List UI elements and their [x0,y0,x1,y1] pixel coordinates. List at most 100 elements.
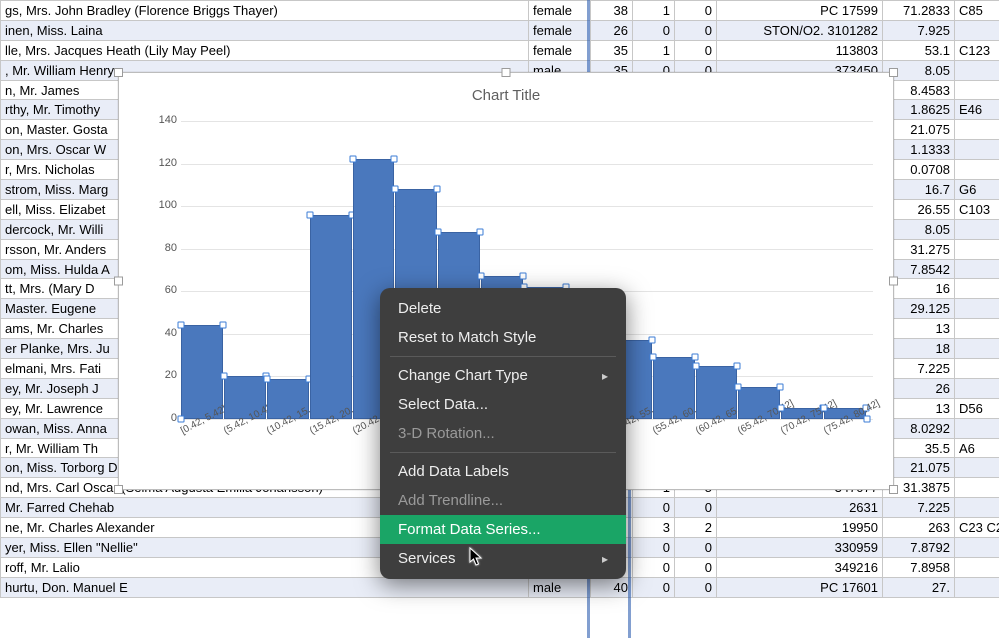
cell-ticket[interactable]: STON/O2. 3101282 [717,20,883,40]
cell-a[interactable]: 0 [633,577,675,597]
cell-age[interactable]: 35 [591,40,633,60]
series-selection-handle[interactable] [692,362,699,369]
chart-bar[interactable] [181,325,223,419]
series-selection-handle[interactable] [434,186,441,193]
cell-cab[interactable]: E46 [955,100,999,120]
chart-title[interactable]: Chart Title [119,73,893,104]
menu-add-data-labels[interactable]: Add Data Labels [380,457,626,486]
cell-cab[interactable]: A6 [955,438,999,458]
cell-fare[interactable]: 7.8958 [883,557,955,577]
cell-sex[interactable]: male [529,577,591,597]
cell-ticket[interactable]: PC 17599 [717,1,883,21]
cell-fare[interactable]: 7.925 [883,20,955,40]
cell-cab[interactable] [955,577,999,597]
cell-cab[interactable] [955,538,999,558]
resize-handle[interactable] [114,277,123,286]
cell-ticket[interactable]: PC 17601 [717,577,883,597]
series-selection-handle[interactable] [220,373,227,380]
series-selection-handle[interactable] [691,354,698,361]
cell-cab[interactable] [955,140,999,160]
cell-ticket[interactable]: 2631 [717,498,883,518]
cell-ticket[interactable]: 19950 [717,518,883,538]
cell-b[interactable]: 2 [675,518,717,538]
series-selection-handle[interactable] [649,354,656,361]
cell-fare[interactable]: 263 [883,518,955,538]
cell-a[interactable]: 0 [633,20,675,40]
resize-handle[interactable] [889,68,898,77]
series-selection-handle[interactable] [777,384,784,391]
resize-handle[interactable] [114,485,123,494]
series-selection-handle[interactable] [392,186,399,193]
cell-cab[interactable] [955,60,999,80]
menu-reset-style[interactable]: Reset to Match Style [380,323,626,352]
cell-sex[interactable]: female [529,20,591,40]
cell-cab[interactable] [955,299,999,319]
series-selection-handle[interactable] [821,405,828,412]
series-selection-handle[interactable] [263,375,270,382]
cell-cab[interactable] [955,498,999,518]
cell-sex[interactable]: female [529,1,591,21]
cell-name[interactable]: inen, Miss. Laina [1,20,529,40]
series-selection-handle[interactable] [349,156,356,163]
cell-cab[interactable] [955,80,999,100]
series-selection-handle[interactable] [306,211,313,218]
cell-a[interactable]: 0 [633,557,675,577]
series-selection-handle[interactable] [178,322,185,329]
cell-b[interactable]: 0 [675,20,717,40]
cell-name[interactable]: lle, Mrs. Jacques Heath (Lily May Peel) [1,40,529,60]
cell-cab[interactable] [955,557,999,577]
cell-cab[interactable] [955,120,999,140]
cell-cab[interactable] [955,259,999,279]
menu-format-data-series[interactable]: Format Data Series... [380,515,626,544]
cell-fare[interactable]: 7.225 [883,498,955,518]
series-selection-handle[interactable] [391,156,398,163]
cell-cab[interactable] [955,378,999,398]
chart-bar[interactable] [310,215,352,419]
series-selection-handle[interactable] [778,405,785,412]
cell-cab[interactable] [955,219,999,239]
menu-services[interactable]: Services▸ [380,544,626,573]
cell-fare[interactable]: 71.2833 [883,1,955,21]
resize-handle[interactable] [889,277,898,286]
cell-fare[interactable]: 7.8792 [883,538,955,558]
cell-cab[interactable] [955,418,999,438]
table-row[interactable]: inen, Miss. Lainafemale2600STON/O2. 3101… [1,20,999,40]
cell-cab[interactable] [955,319,999,339]
cell-name[interactable]: gs, Mrs. John Bradley (Florence Briggs T… [1,1,529,21]
menu-change-chart-type[interactable]: Change Chart Type▸ [380,361,626,390]
cell-cab[interactable] [955,160,999,180]
cell-cab[interactable]: D56 [955,398,999,418]
cell-age[interactable]: 40 [591,577,633,597]
cell-cab[interactable] [955,359,999,379]
resize-handle[interactable] [889,485,898,494]
series-selection-handle[interactable] [734,362,741,369]
cell-b[interactable]: 0 [675,577,717,597]
cell-a[interactable]: 3 [633,518,675,538]
cell-cab[interactable]: C103 [955,199,999,219]
cell-ticket[interactable]: 113803 [717,40,883,60]
cell-fare[interactable]: 53.1 [883,40,955,60]
cell-fare[interactable]: 27. [883,577,955,597]
series-selection-handle[interactable] [478,273,485,280]
cell-cab[interactable]: G6 [955,180,999,200]
resize-handle[interactable] [502,68,511,77]
series-selection-handle[interactable] [219,322,226,329]
cell-b[interactable]: 0 [675,538,717,558]
cell-cab[interactable]: C123 [955,40,999,60]
cell-a[interactable]: 0 [633,498,675,518]
table-row[interactable]: hurtu, Don. Manuel Emale4000PC 1760127. [1,577,999,597]
cell-b[interactable]: 0 [675,40,717,60]
cell-cab[interactable] [955,339,999,359]
resize-handle[interactable] [114,68,123,77]
series-selection-handle[interactable] [648,337,655,344]
cell-cab[interactable]: C23 C2 [955,518,999,538]
cell-b[interactable]: 0 [675,498,717,518]
cell-sex[interactable]: female [529,40,591,60]
cell-b[interactable]: 0 [675,1,717,21]
series-selection-handle[interactable] [477,228,484,235]
cell-age[interactable]: 38 [591,1,633,21]
cell-cab[interactable] [955,478,999,498]
cell-a[interactable]: 0 [633,538,675,558]
cell-age[interactable]: 26 [591,20,633,40]
cell-cab[interactable]: C85 [955,1,999,21]
